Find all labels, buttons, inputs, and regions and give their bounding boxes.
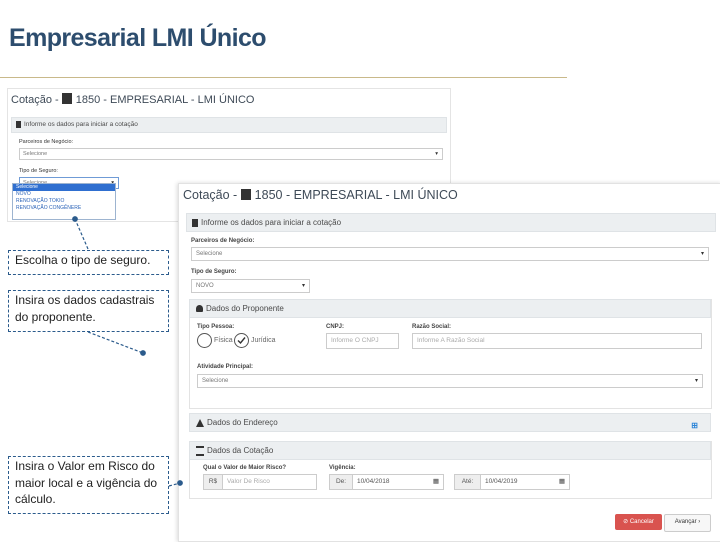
connector-line bbox=[72, 216, 89, 250]
connector-line bbox=[87, 331, 146, 356]
callout-connectors bbox=[72, 216, 183, 487]
connector-line bbox=[168, 480, 183, 487]
